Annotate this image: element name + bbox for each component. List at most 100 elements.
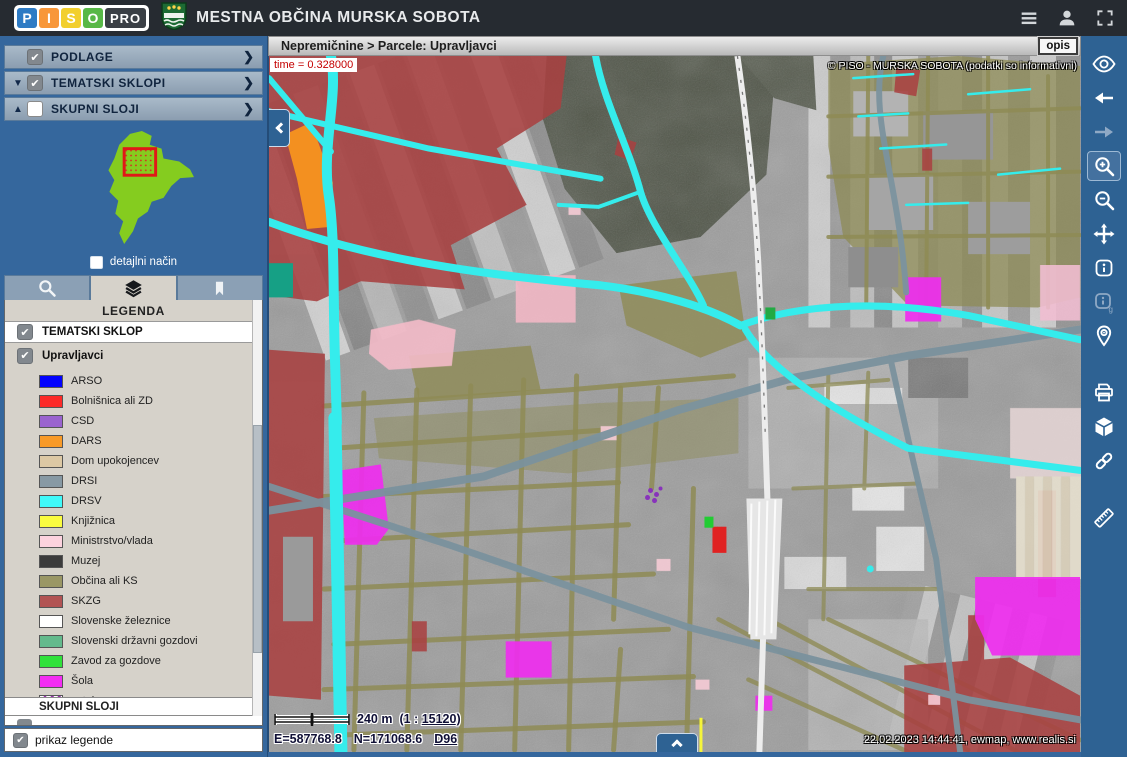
logo-pro-badge: PRO <box>105 8 146 28</box>
legend-color-swatch <box>39 635 63 648</box>
legend-item: Knjižnica <box>5 511 262 531</box>
legend-item-label: Zavod za gozdove <box>71 655 161 667</box>
legend-item-label: Slovenske železnice <box>71 615 171 627</box>
chevron-right-icon[interactable] <box>243 101 254 117</box>
legend-color-swatch <box>39 455 63 468</box>
scale-bar: 240 m (1 : 15120) <box>274 712 461 726</box>
show-legend-checkbox[interactable] <box>13 733 28 748</box>
legend-item-label: DRSV <box>71 495 102 507</box>
legend-color-swatch <box>39 595 63 608</box>
breadcrumb-bar: Nepremičnine > Parcele: Upravljavci opis <box>268 36 1081 56</box>
chevron-left-icon <box>275 122 286 133</box>
legend-color-swatch <box>39 535 63 548</box>
legend-item-label: DARS <box>71 435 102 447</box>
legend-item-label: Ministrstvo/vlada <box>71 535 153 547</box>
sidebar: PODLAGE TEMATSKI SKLOPI SKUPNI SLOJI <box>0 36 268 757</box>
datum-link[interactable]: D96 <box>434 732 457 746</box>
panel-label: PODLAGE <box>51 50 113 64</box>
municipality-crest-icon <box>161 2 187 35</box>
pan-button[interactable] <box>1087 219 1121 249</box>
legend-item: DARS <box>5 431 262 451</box>
panel-podlage[interactable]: PODLAGE <box>4 45 263 69</box>
previous-view-button[interactable] <box>1087 83 1121 113</box>
info-group-button[interactable]: g <box>1087 287 1121 317</box>
logo-letter-o: O <box>83 8 103 28</box>
scale-ratio-value[interactable]: 15120 <box>422 712 457 726</box>
piso-app: P I S O PRO MESTNA OBČINA MURSKA SOBOTA <box>0 0 1127 757</box>
chevron-right-icon[interactable] <box>243 49 254 65</box>
logo-letter-s: S <box>61 8 81 28</box>
opis-button[interactable]: opis <box>1038 37 1078 55</box>
measure-button[interactable] <box>1087 503 1121 533</box>
legend-color-swatch <box>39 575 63 588</box>
podlage-checkbox[interactable] <box>27 49 43 65</box>
legend-item-label: Občina ali KS <box>71 575 138 587</box>
legend-item-label: Muzej <box>71 555 100 567</box>
expand-bottom-panel-tab[interactable] <box>656 733 698 752</box>
panel-label: SKUPNI SLOJI <box>51 102 139 116</box>
chevron-up-icon <box>671 739 682 750</box>
legend-color-swatch <box>39 435 63 448</box>
legend-title: LEGENDA <box>5 300 262 321</box>
menu-icon[interactable] <box>1017 6 1041 30</box>
fullscreen-icon[interactable] <box>1093 6 1117 30</box>
render-time-label: time = 0.328000 <box>270 58 357 72</box>
zoom-out-button[interactable] <box>1087 185 1121 215</box>
legend-color-swatch <box>39 475 63 488</box>
user-icon[interactable] <box>1055 6 1079 30</box>
legend-item-label: Slovenski državni gozdovi <box>71 635 198 647</box>
collapse-sidebar-tab[interactable] <box>269 109 290 147</box>
legend-color-swatch <box>39 515 63 528</box>
panel-tematski-sklopi[interactable]: TEMATSKI SKLOPI <box>4 71 263 95</box>
logo-letter-p: P <box>17 8 37 28</box>
detail-mode-checkbox[interactable] <box>90 256 103 269</box>
tematski-sklop-checkbox[interactable] <box>17 324 33 340</box>
scale-bar-graphic <box>274 713 350 726</box>
tab-search[interactable] <box>4 275 90 300</box>
show-legend-bar: prikaz legende <box>4 728 263 752</box>
legend-item-label: Dom upokojencev <box>71 455 159 467</box>
legend-item: Zavod za gozdove <box>5 651 262 671</box>
app-header: P I S O PRO MESTNA OBČINA MURSKA SOBOTA <box>0 0 1127 36</box>
legend-item-label: ARSO <box>71 375 102 387</box>
info-button[interactable] <box>1087 253 1121 283</box>
share-link-button[interactable] <box>1087 446 1121 476</box>
locate-button[interactable] <box>1087 321 1121 351</box>
legend-item-label: ostalo <box>71 695 100 697</box>
map-canvas[interactable]: time = 0.328000 © PISO - MURSKA SOBOTA (… <box>268 56 1081 752</box>
legend-items: ARSOBolnišnica ali ZDCSDDARSDom upokojen… <box>5 368 262 697</box>
next-view-button[interactable] <box>1087 117 1121 147</box>
legend-item: Ministrstvo/vlada <box>5 531 262 551</box>
scale-label: 240 m <box>357 712 392 726</box>
upravljavci-checkbox[interactable] <box>17 348 33 364</box>
tab-layers[interactable] <box>90 275 176 300</box>
legend-panel: LEGENDA TEMATSKI SKLOP Upravljavci ARSOB… <box>4 300 263 726</box>
chevron-right-icon[interactable] <box>243 75 254 91</box>
skupni-sloji-section[interactable]: SKUPNI SLOJI <box>5 697 262 716</box>
map-copyright: © PISO - MURSKA SOBOTA (podatki so infor… <box>828 60 1077 72</box>
legend-color-swatch <box>39 375 63 388</box>
tab-bookmark[interactable] <box>177 275 263 300</box>
legend-partial-row <box>5 716 262 725</box>
legend-item-label: Knjižnica <box>71 515 115 527</box>
skupni-checkbox[interactable] <box>27 101 43 117</box>
northing-value: N=171068.6 <box>354 732 422 746</box>
legend-item: DRSV <box>5 491 262 511</box>
visibility-mode-button[interactable] <box>1087 49 1121 79</box>
piso-pro-logo: P I S O PRO <box>14 5 149 31</box>
breadcrumb: Nepremičnine > Parcele: Upravljavci <box>281 39 497 53</box>
zoom-in-button[interactable] <box>1087 151 1121 181</box>
legend-item: ostalo <box>5 691 262 697</box>
overview-map[interactable] <box>0 125 267 251</box>
legend-scrollbar-thumb[interactable] <box>253 425 262 653</box>
tematski-checkbox[interactable] <box>27 75 43 91</box>
panel-skupni-sloji[interactable]: SKUPNI SLOJI <box>4 97 263 121</box>
legend-item-label: DRSI <box>71 475 97 487</box>
legend-item: Slovenske železnice <box>5 611 262 631</box>
legend-item: Občina ali KS <box>5 571 262 591</box>
print-button[interactable] <box>1087 378 1121 408</box>
collapse-icon[interactable] <box>13 104 27 115</box>
view-3d-button[interactable] <box>1087 412 1121 442</box>
legend-scrollbar[interactable] <box>252 300 262 725</box>
collapse-icon[interactable] <box>13 78 27 89</box>
